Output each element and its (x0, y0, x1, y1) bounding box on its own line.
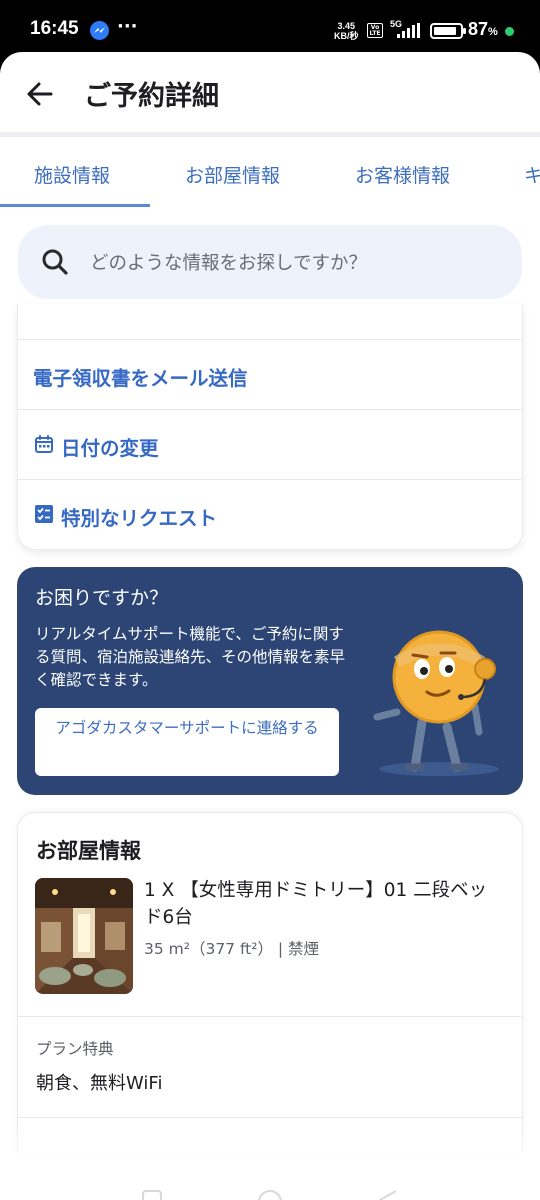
status-bar: 16:45 ··· 3.45 KB/秒 Vo LTE 5G 87% (0, 0, 540, 52)
active-tab-indicator (0, 204, 150, 207)
tab-room-info[interactable]: お部屋情報 (185, 161, 280, 188)
help-card: お困りですか？ リアルタイムサポート機能で、ご予約に関する質問、宿泊施設連絡先、… (17, 567, 523, 795)
messenger-icon (90, 21, 109, 40)
tab-bar: 施設情報 お部屋情報 お客様情報 キ (0, 137, 540, 207)
search-placeholder: どのような情報をお探しですか？ (90, 253, 367, 274)
header: ご予約詳細 (0, 52, 540, 134)
battery-icon (430, 23, 466, 39)
help-description: リアルタイムサポート機能で、ご予約に関する質問、宿泊施設連絡先、その他情報を素早… (35, 625, 346, 689)
booking-options-card: 電子領収書をメール送信 日付の変更 特別なリクエスト (17, 304, 523, 550)
room-size: 35 m²（377 ft²） | 禁煙 (144, 940, 320, 958)
change-date-label: 日付の変更 (61, 437, 159, 460)
contact-support-button[interactable]: アゴダカスタマーサポートに連絡する (35, 708, 339, 776)
home-icon[interactable] (256, 1188, 284, 1200)
room-photo[interactable] (35, 878, 133, 994)
back-arrow-icon (27, 82, 53, 106)
email-receipt-option[interactable]: 電子領収書をメール送信 (18, 339, 522, 409)
tab-cancellation[interactable]: キ (524, 161, 540, 188)
volte-icon: Vo LTE (367, 23, 383, 38)
back-nav-icon[interactable] (376, 1188, 400, 1200)
battery-fill (434, 27, 456, 35)
calendar-icon (35, 435, 53, 453)
special-request-option[interactable]: 特別なリクエスト (18, 479, 522, 549)
system-nav-bar (0, 1132, 540, 1200)
room-name: 1 X 【女性専用ドミトリー】01 二段ベッド6台 (144, 880, 488, 928)
help-title: お困りですか？ (35, 587, 169, 609)
tab-facility-info[interactable]: 施設情報 (34, 161, 110, 188)
search-input[interactable]: どのような情報をお探しですか？ (18, 225, 522, 299)
room-section-title: お部屋情報 (36, 839, 141, 863)
checklist-icon (35, 505, 53, 523)
plan-benefits-label: プラン特典 (36, 1040, 114, 1058)
back-button[interactable] (22, 76, 58, 112)
status-time: 16:45 (30, 18, 79, 39)
room-photo-image (35, 878, 133, 994)
page-title: ご予約詳細 (84, 81, 219, 112)
support-mascot-icon (373, 630, 499, 776)
room-divider (18, 1016, 522, 1017)
change-date-option[interactable]: 日付の変更 (18, 409, 522, 479)
recent-apps-icon[interactable] (140, 1188, 164, 1200)
signal-icon (397, 23, 420, 38)
network-speed: 3.45 KB/秒 (334, 21, 359, 41)
app-screen: ご予約詳細 施設情報 お部屋情報 お客様情報 キ どのような情報をお探しですか？… (0, 52, 540, 1200)
special-request-label: 特別なリクエスト (61, 507, 218, 530)
room-info-card: お部屋情報 1 X 【女性専用ドミトリー】01 二段ベッド6台 35 m²（37… (17, 812, 523, 1152)
camera-indicator-icon (505, 27, 514, 36)
battery-percent: 87% (468, 19, 498, 39)
more-notifications-icon: ··· (117, 16, 138, 37)
tab-guest-info[interactable]: お客様情報 (355, 161, 450, 188)
plan-benefits-value: 朝食、無料WiFi (36, 1073, 163, 1094)
search-icon (42, 249, 68, 275)
email-receipt-label: 電子領収書をメール送信 (33, 367, 248, 390)
room-divider-bottom (18, 1117, 522, 1118)
